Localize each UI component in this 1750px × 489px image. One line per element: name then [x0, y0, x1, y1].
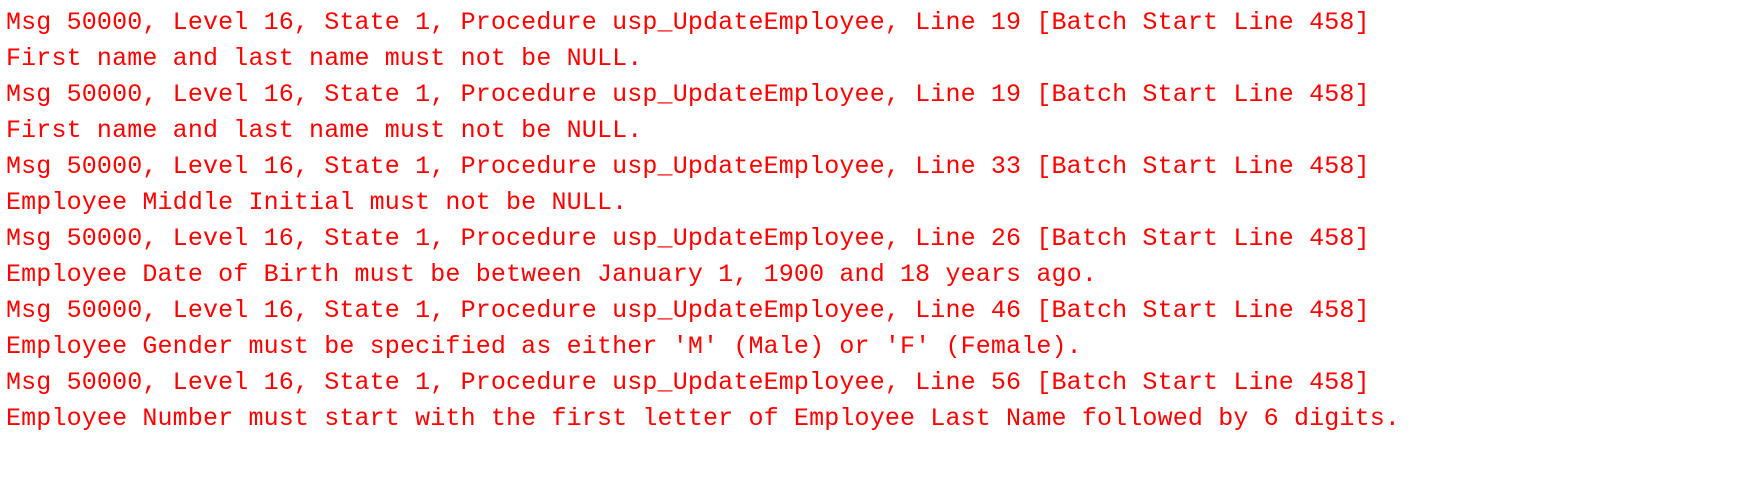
error-message-line: First name and last name must not be NUL…	[6, 44, 643, 73]
error-header-line: Msg 50000, Level 16, State 1, Procedure …	[6, 368, 1370, 397]
error-header-line: Msg 50000, Level 16, State 1, Procedure …	[6, 296, 1370, 325]
error-message-line: First name and last name must not be NUL…	[6, 116, 643, 145]
error-message-line: Employee Middle Initial must not be NULL…	[6, 188, 628, 217]
error-message-line: Employee Gender must be specified as eit…	[6, 332, 1082, 361]
error-header-line: Msg 50000, Level 16, State 1, Procedure …	[6, 152, 1370, 181]
error-header-line: Msg 50000, Level 16, State 1, Procedure …	[6, 8, 1370, 37]
error-message-line: Employee Number must start with the firs…	[6, 404, 1401, 433]
error-message-line: Employee Date of Birth must be between J…	[6, 260, 1097, 289]
error-header-line: Msg 50000, Level 16, State 1, Procedure …	[6, 224, 1370, 253]
messages-pane[interactable]: Msg 50000, Level 16, State 1, Procedure …	[0, 0, 1750, 489]
error-header-line: Msg 50000, Level 16, State 1, Procedure …	[6, 80, 1370, 109]
